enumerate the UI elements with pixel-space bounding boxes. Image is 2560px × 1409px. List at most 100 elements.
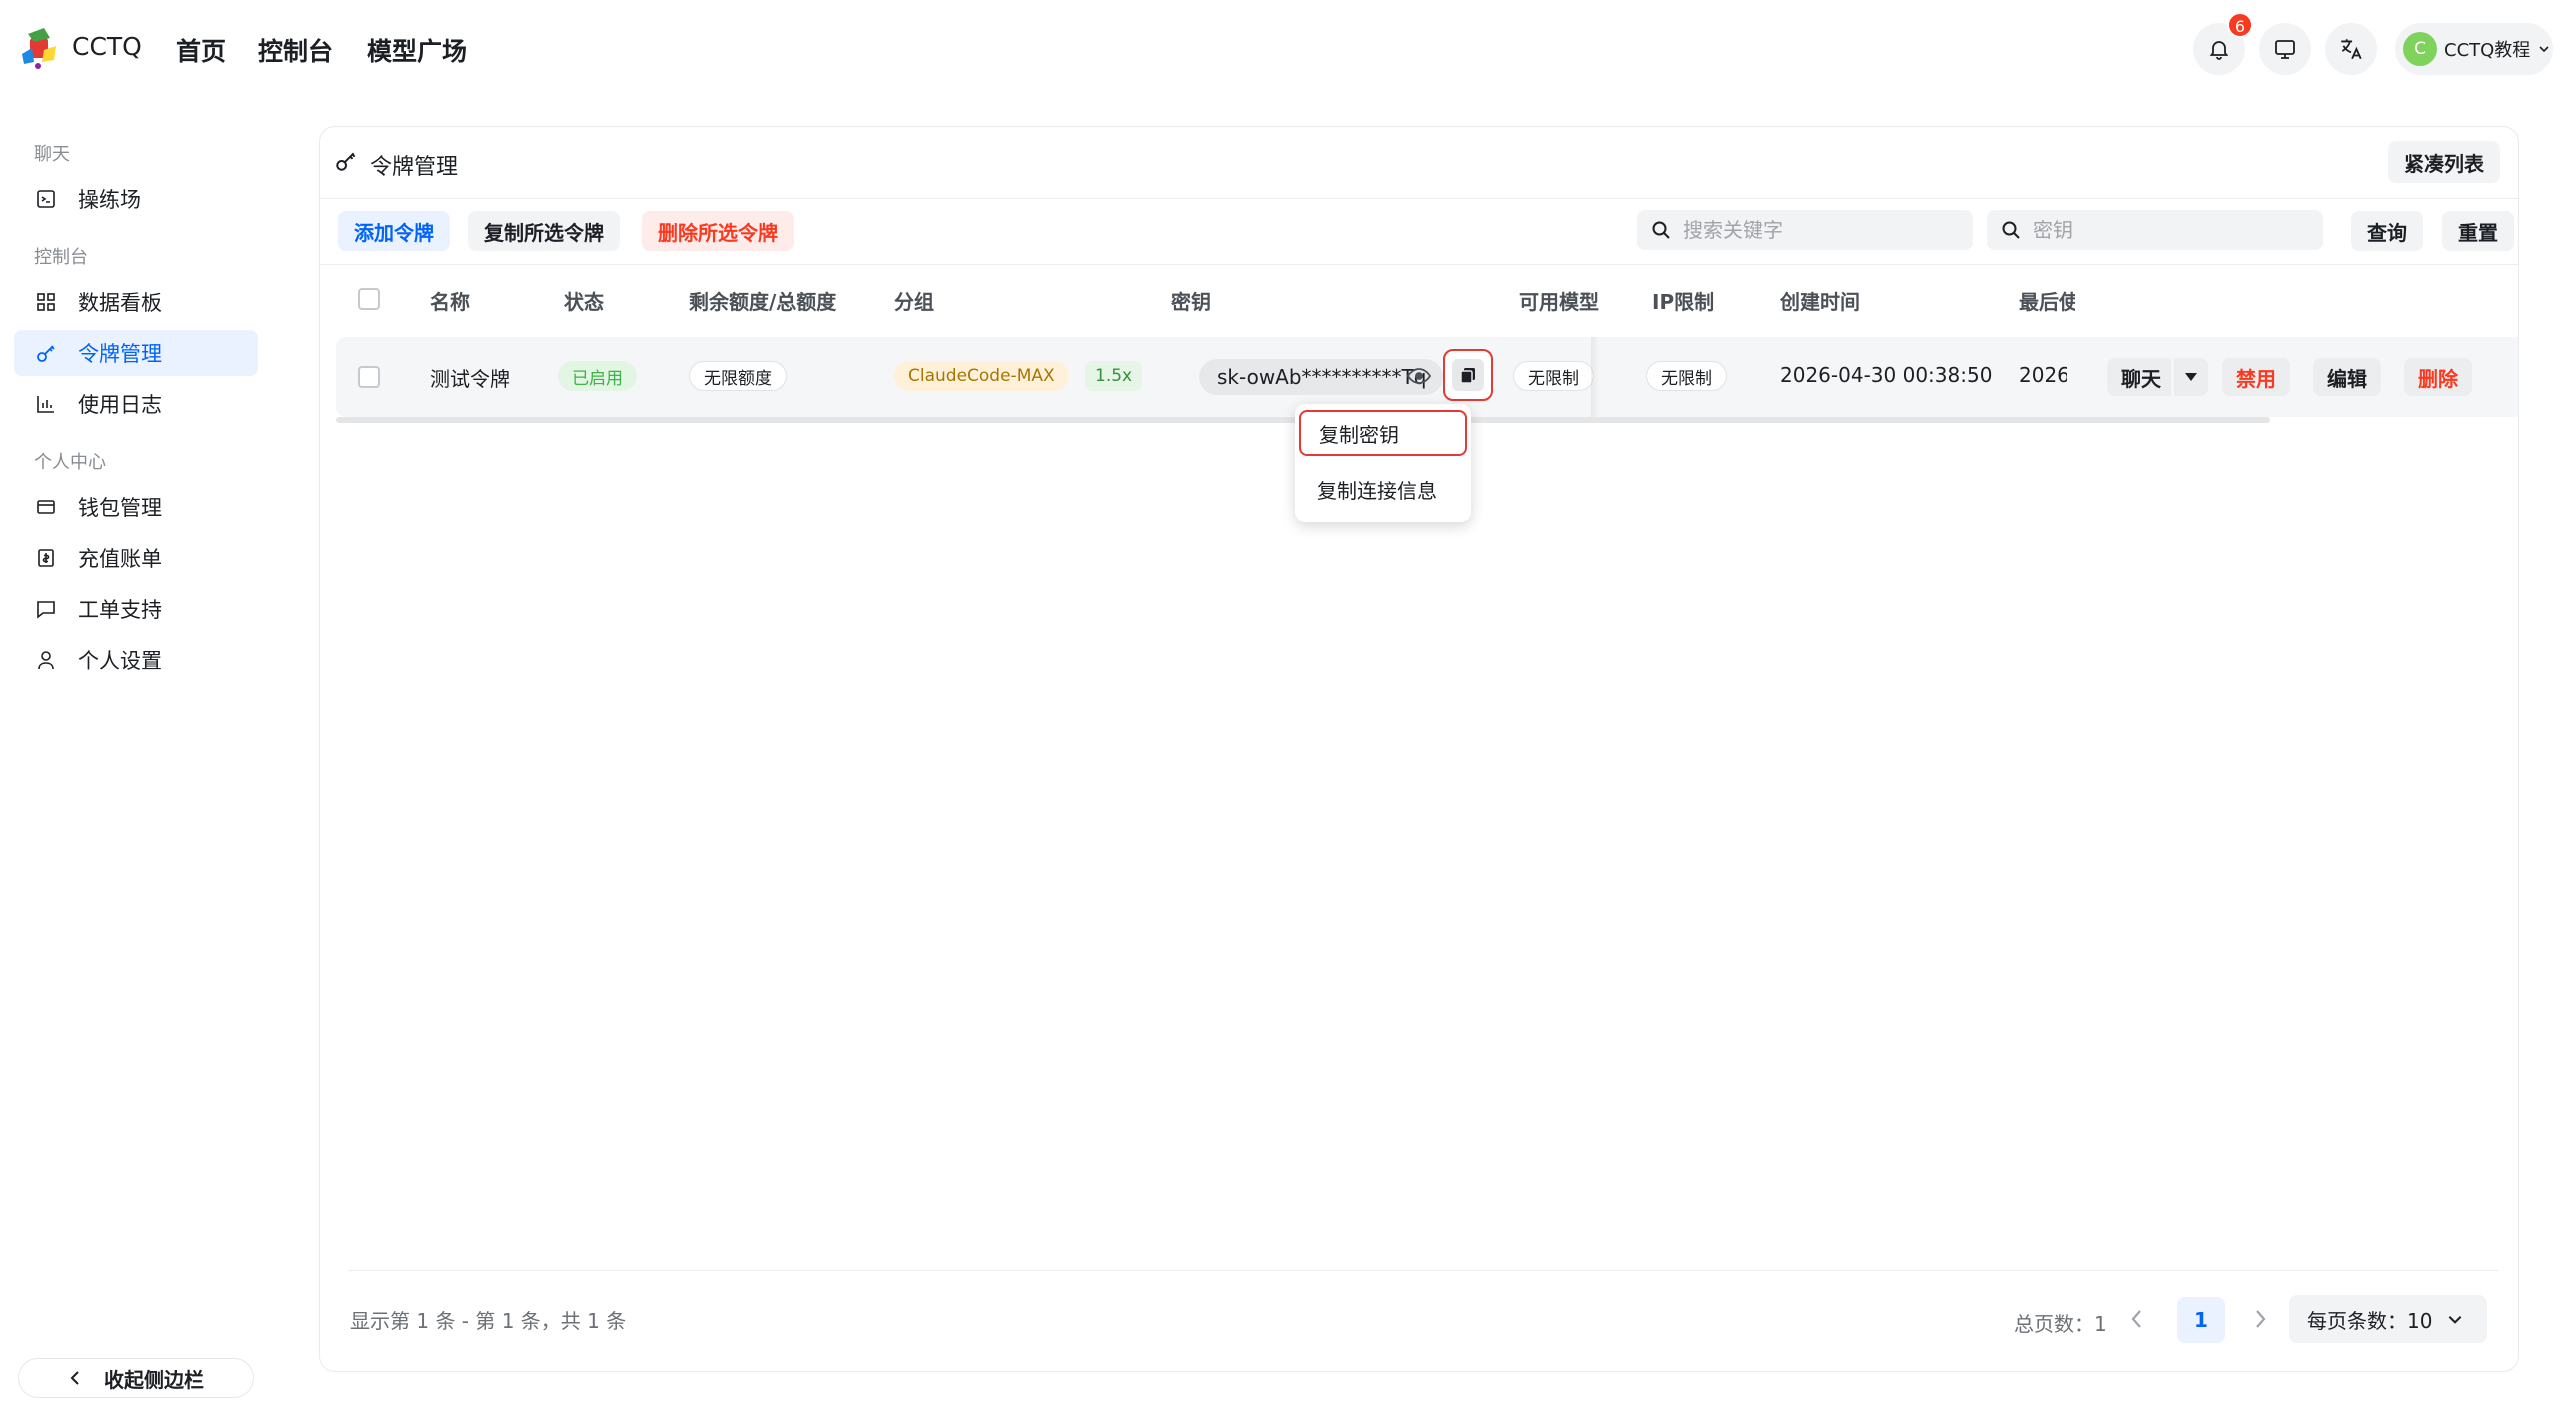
chevron-down-icon	[2536, 41, 2552, 57]
sidebar-item-wallet[interactable]: 钱包管理	[14, 484, 258, 530]
sidebar-item-logs[interactable]: 使用日志	[14, 381, 258, 427]
search-icon	[2001, 220, 2021, 240]
bell-icon	[2207, 37, 2231, 61]
sidebar-item-support[interactable]: 工单支持	[14, 586, 258, 632]
models-badge: 无限制	[1513, 361, 1594, 391]
chart-icon	[34, 392, 58, 416]
translate-icon	[2338, 36, 2364, 62]
sidebar-item-label: 令牌管理	[78, 342, 162, 366]
copy-key-button[interactable]	[1443, 349, 1493, 401]
column-last-used[interactable]: 最后使用	[2019, 286, 2075, 315]
key-search[interactable]	[1987, 210, 2323, 250]
language-button[interactable]	[2325, 23, 2377, 75]
sidebar-item-dashboard[interactable]: 数据看板	[14, 279, 258, 325]
sidebar-section-personal: 个人中心	[34, 452, 106, 473]
token-name: 测试令牌	[430, 367, 510, 391]
token-management-card: 令牌管理 紧凑列表 添加令牌 复制所选令牌 删除所选令牌 查询 重置 名称 状态…	[319, 126, 2519, 1372]
dashboard-icon	[34, 290, 58, 314]
column-status[interactable]: 状态	[564, 286, 604, 315]
page-number[interactable]: 1	[2177, 1297, 2225, 1343]
chevron-left-icon	[68, 1369, 82, 1387]
column-name[interactable]: 名称	[430, 286, 470, 315]
row-checkbox[interactable]	[358, 366, 380, 388]
delete-button[interactable]: 删除	[2404, 358, 2472, 396]
column-key[interactable]: 密钥	[1171, 286, 1211, 315]
copy-selected-button[interactable]: 复制所选令牌	[468, 211, 620, 251]
nav-console[interactable]: 控制台	[258, 32, 333, 68]
next-page-icon[interactable]	[2252, 1307, 2268, 1331]
playground-icon	[34, 187, 58, 211]
sidebar-item-label: 钱包管理	[78, 496, 162, 520]
nav-home[interactable]: 首页	[176, 32, 226, 68]
add-token-button[interactable]: 添加令牌	[338, 211, 450, 251]
key-search-input[interactable]	[2033, 218, 2283, 242]
key-icon	[34, 341, 58, 365]
reset-button[interactable]: 重置	[2442, 211, 2514, 251]
fixed-column-shadow	[1591, 337, 1599, 417]
group-badge: ClaudeCode-MAX	[894, 361, 1069, 391]
copy-key-menu-item[interactable]: 复制密钥	[1299, 410, 1467, 456]
sidebar-item-label: 充值账单	[78, 547, 162, 571]
page-title: 令牌管理	[370, 155, 459, 180]
wallet-icon	[34, 495, 58, 519]
sidebar-item-playground[interactable]: 操练场	[14, 176, 258, 222]
user-name: CCTQ教程	[2444, 40, 2531, 61]
created-time: 2026-04-30 00:38:50	[1780, 363, 1993, 387]
display-button[interactable]	[2259, 23, 2311, 75]
sidebar-item-label: 操练场	[78, 188, 141, 212]
prev-page-icon[interactable]	[2129, 1307, 2145, 1331]
logo[interactable]	[14, 24, 62, 72]
status-badge: 已启用	[558, 361, 637, 391]
notification-badge: 6	[2227, 12, 2253, 38]
sidebar-item-label: 使用日志	[78, 393, 162, 417]
disable-button[interactable]: 禁用	[2222, 358, 2290, 396]
sidebar-item-settings[interactable]: 个人设置	[14, 637, 258, 683]
keyword-search[interactable]	[1637, 210, 1973, 250]
key-icon	[334, 149, 360, 175]
compact-list-button[interactable]: 紧凑列表	[2388, 141, 2500, 183]
keyword-search-input[interactable]	[1683, 218, 1933, 242]
sidebar-item-label: 工单支持	[78, 598, 162, 622]
copy-menu: 复制密钥 复制连接信息	[1295, 404, 1471, 522]
eye-icon[interactable]	[1407, 367, 1431, 385]
column-ip[interactable]: IP限制	[1652, 286, 1714, 315]
edit-button[interactable]: 编辑	[2313, 358, 2381, 396]
chat-button[interactable]: 聊天	[2107, 358, 2171, 396]
nav-model-plaza[interactable]: 模型广场	[367, 32, 467, 68]
card-header: 令牌管理 紧凑列表	[320, 127, 2518, 199]
collapse-sidebar-button[interactable]: 收起侧边栏	[18, 1358, 254, 1398]
total-pages: 总页数：1	[2014, 1312, 2107, 1336]
select-all-checkbox[interactable]	[358, 288, 380, 310]
bill-icon	[34, 546, 58, 570]
sidebar-section-chat: 聊天	[34, 144, 70, 165]
column-created[interactable]: 创建时间	[1780, 286, 1860, 315]
ip-badge: 无限制	[1646, 361, 1727, 391]
column-group[interactable]: 分组	[894, 286, 934, 315]
page-size-select[interactable]: 每页条数：10	[2289, 1295, 2487, 1343]
column-models[interactable]: 可用模型	[1519, 286, 1599, 315]
collapse-sidebar-label: 收起侧边栏	[104, 1367, 204, 1392]
copy-connection-info-menu-item[interactable]: 复制连接信息	[1299, 466, 1467, 512]
search-icon	[1651, 220, 1671, 240]
chevron-down-icon	[2446, 1310, 2464, 1328]
pagination-info: 显示第 1 条 - 第 1 条，共 1 条	[350, 1309, 627, 1333]
column-quota[interactable]: 剩余额度/总额度	[689, 286, 836, 315]
sidebar-item-bills[interactable]: 充值账单	[14, 535, 258, 581]
sidebar-item-label: 数据看板	[78, 291, 162, 315]
query-button[interactable]: 查询	[2351, 211, 2423, 251]
delete-selected-button[interactable]: 删除所选令牌	[642, 211, 794, 251]
page-size-label: 每页条数：10	[2307, 1308, 2433, 1333]
top-bar: CCTQ 首页 控制台 模型广场 6 C CCTQ教程	[0, 0, 2560, 100]
ratio-badge: 1.5x	[1085, 361, 1143, 391]
user-menu[interactable]: C CCTQ教程	[2395, 23, 2553, 75]
brand-name[interactable]: CCTQ	[72, 32, 142, 61]
sidebar-item-tokens[interactable]: 令牌管理	[14, 330, 258, 376]
last-used-time: 2026-	[2019, 363, 2067, 387]
chat-dropdown-button[interactable]	[2174, 358, 2208, 396]
sidebar-item-label: 个人设置	[78, 649, 162, 673]
message-icon	[34, 597, 58, 621]
sidebar: 聊天 操练场 控制台 数据看板 令牌管理 使用日志 个人中心 钱包管理 充值账单…	[0, 100, 300, 1409]
avatar: C	[2403, 32, 2437, 66]
monitor-icon	[2273, 37, 2297, 61]
user-icon	[34, 648, 58, 672]
